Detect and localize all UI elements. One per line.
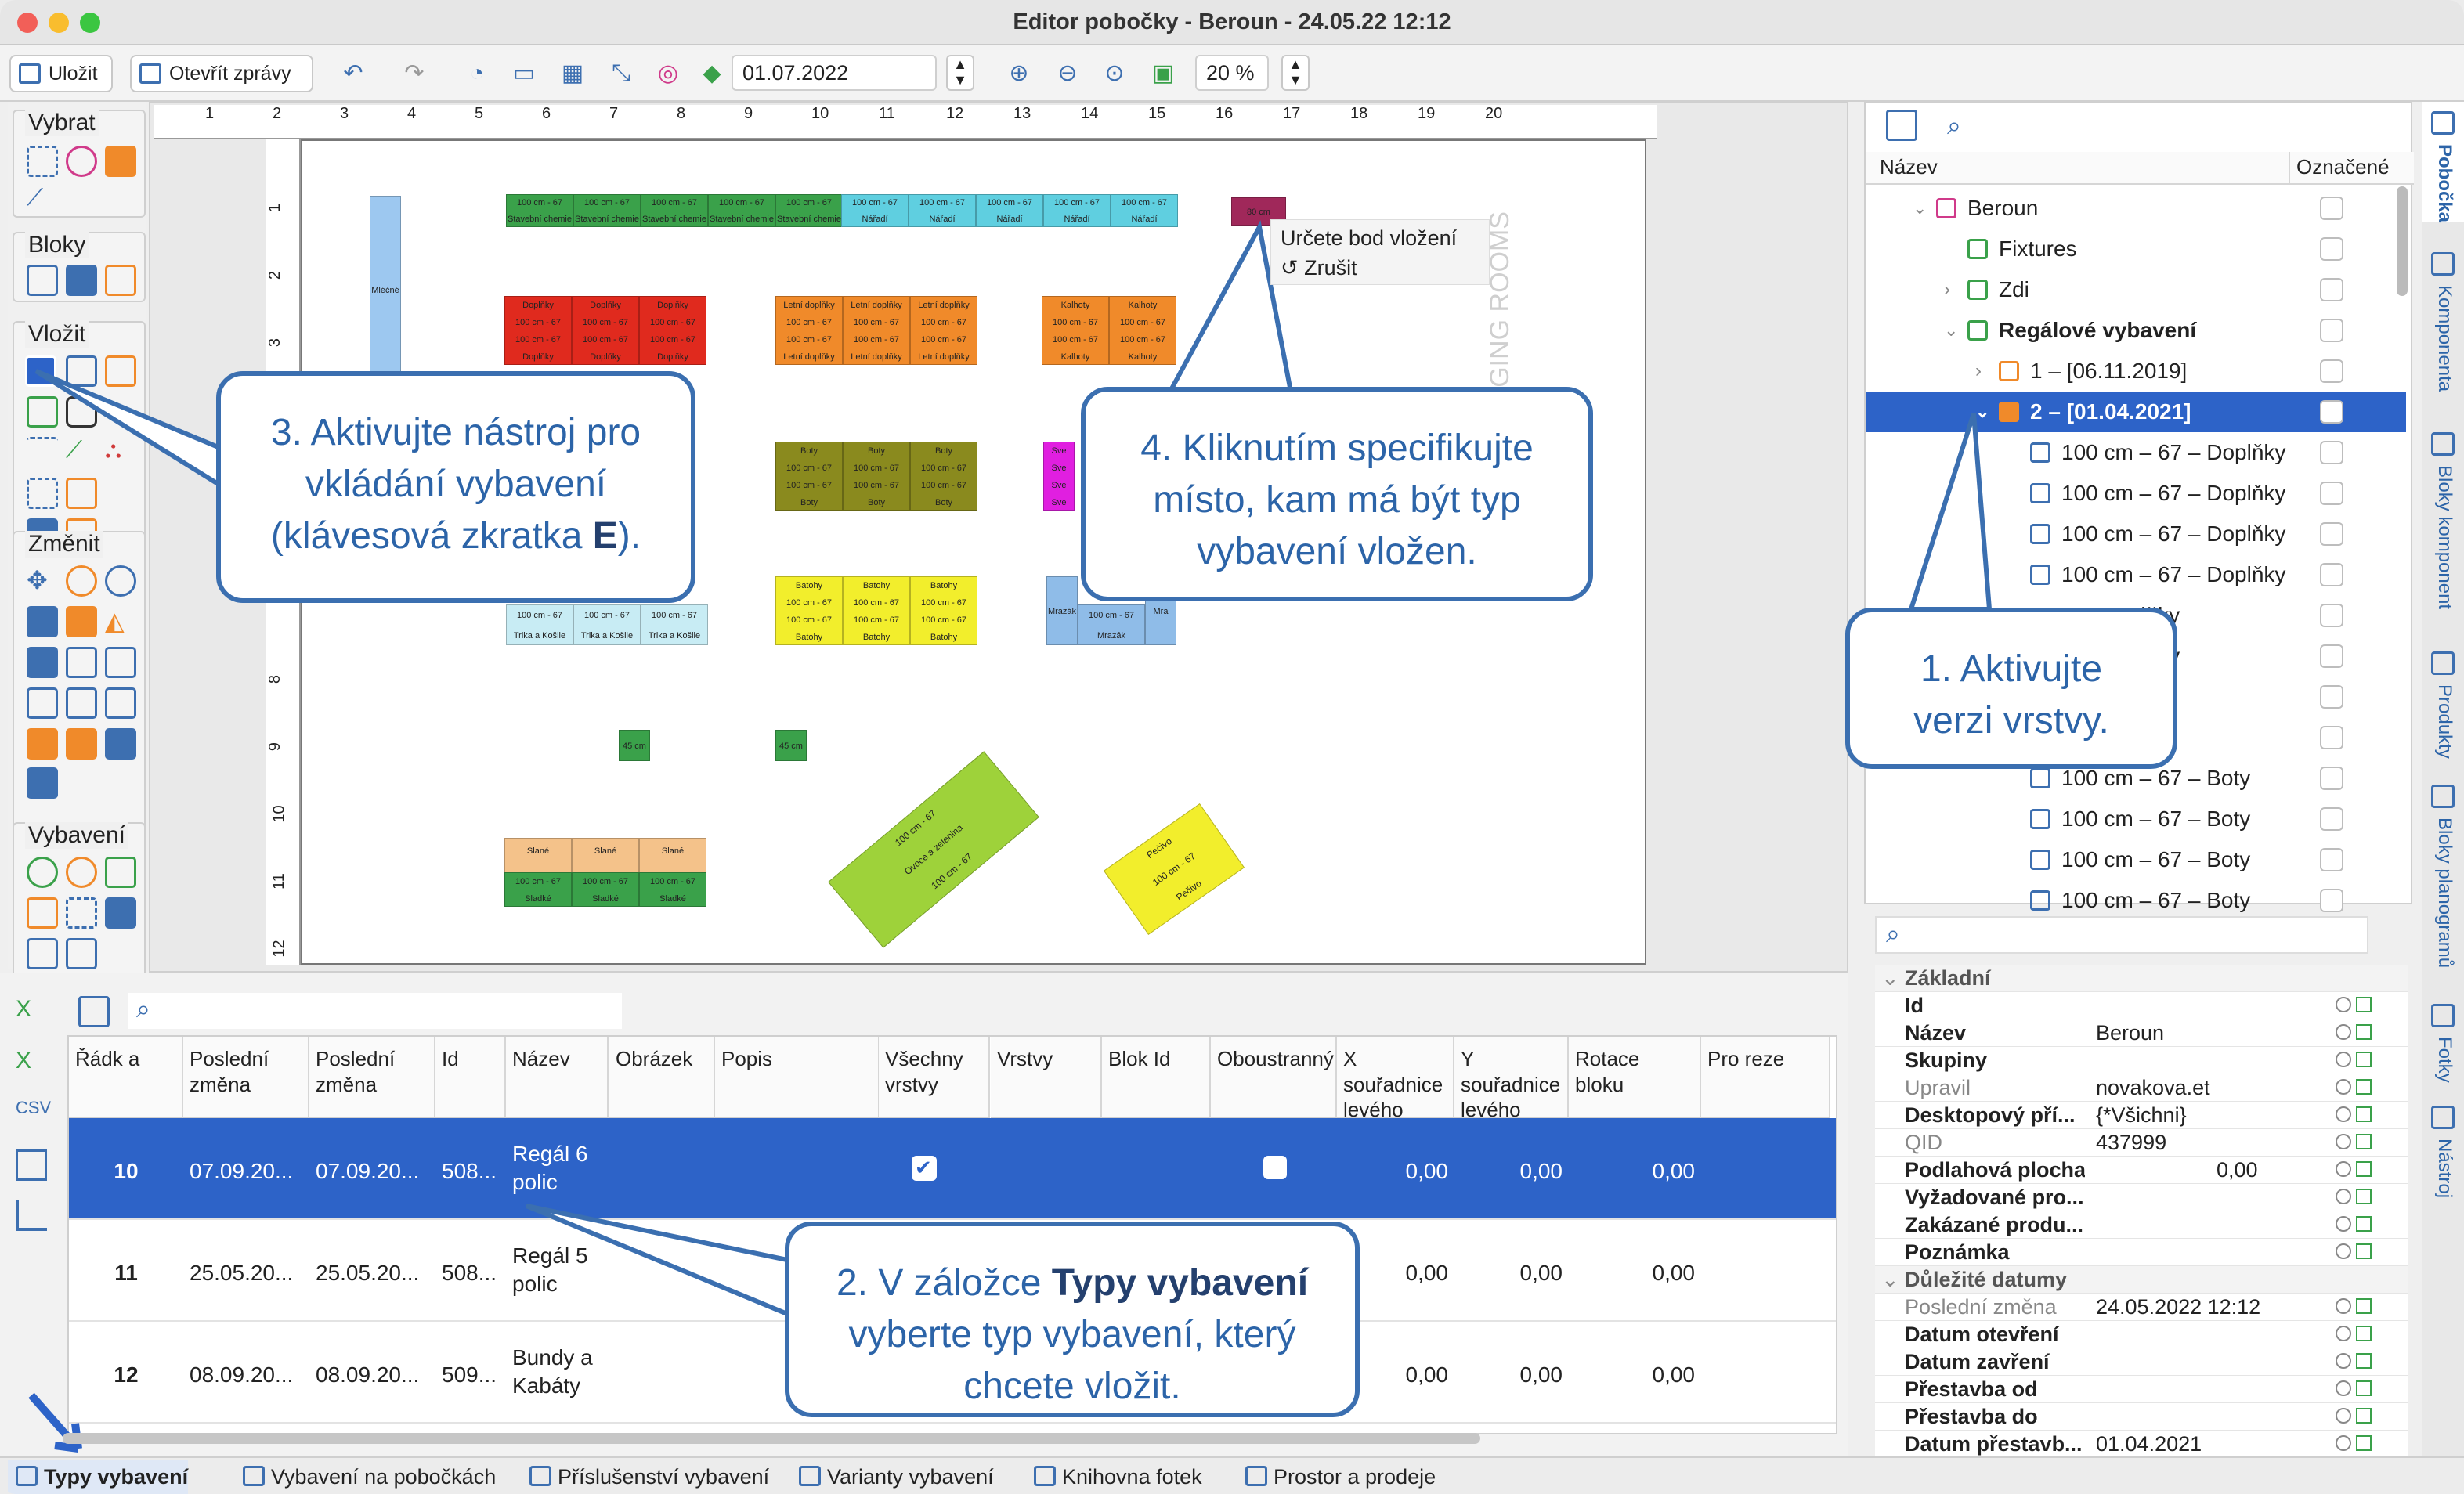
callout-text: chcete vložit.	[963, 1366, 1181, 1408]
callout-line: vkládání vybavení	[221, 459, 691, 511]
callout-text: 4. Kliknutím specifikujte	[1140, 428, 1534, 469]
app-window: Editor pobočky - Beroun - 24.05.22 12:12…	[0, 0, 2464, 1494]
callout-step-1: 1. Aktivujte verzi vrstvy.	[1845, 608, 2177, 769]
callout-text: verzi vrstvy.	[1913, 700, 2109, 742]
callout-step-3: 3. Aktivujte nástroj pro vkládání vybaven…	[216, 371, 695, 603]
popup-title: Určete bod vložení	[1281, 226, 1458, 250]
callout-text: E	[592, 515, 618, 558]
callout-text: místo, kam má být typ	[1153, 479, 1521, 521]
callout-line: verzi vrstvy.	[1850, 695, 2173, 747]
callout-text: vkládání vybavení	[305, 464, 607, 506]
pointer-step-1	[1907, 413, 1993, 612]
callout-line: chcete vložit.	[789, 1361, 1355, 1413]
callout-text: vybavení vložen.	[1197, 531, 1477, 573]
callout-line: (klávesová zkratka E).	[221, 511, 691, 562]
callout-line: 2. V záložce Typy vybavení	[789, 1258, 1355, 1309]
callout-text: 3. Aktivujte nástroj pro	[270, 412, 641, 453]
callout-text: (klávesová zkratka	[270, 515, 593, 558]
callout-text: ).	[617, 515, 641, 558]
pointer-step-2	[525, 1204, 793, 1319]
callout-line: 4. Kliknutím specifikujte	[1086, 423, 1588, 475]
callout-line: vyberte typ vybavení, který	[789, 1309, 1355, 1361]
callout-text: Typy vybavení	[1051, 1262, 1309, 1304]
callout-line: vybavení vložen.	[1086, 526, 1588, 578]
callout-line: 1. Aktivujte	[1850, 644, 2173, 695]
popup-cancel[interactable]: ↺ Zrušit	[1281, 256, 1357, 280]
callout-text: 1. Aktivujte	[1920, 648, 2103, 690]
popup-cancel-label: Zrušit	[1304, 256, 1357, 280]
callout-line: místo, kam má být typ	[1086, 475, 1588, 526]
callout-step-4: 4. Kliknutím specifikujte místo, kam má b…	[1081, 387, 1593, 601]
callout-text: 2. V záložce	[836, 1262, 1052, 1304]
callout-text: vyberte typ vybavení, který	[848, 1314, 1296, 1356]
callout-step-2: 2. V záložce Typy vybavení vyberte typ vy…	[785, 1222, 1360, 1417]
callout-line: 3. Aktivujte nástroj pro	[221, 407, 691, 459]
insertion-popup: Určete bod vložení ↺ Zrušit	[1270, 219, 1490, 285]
table-hscrollbar[interactable]	[63, 1433, 1480, 1444]
